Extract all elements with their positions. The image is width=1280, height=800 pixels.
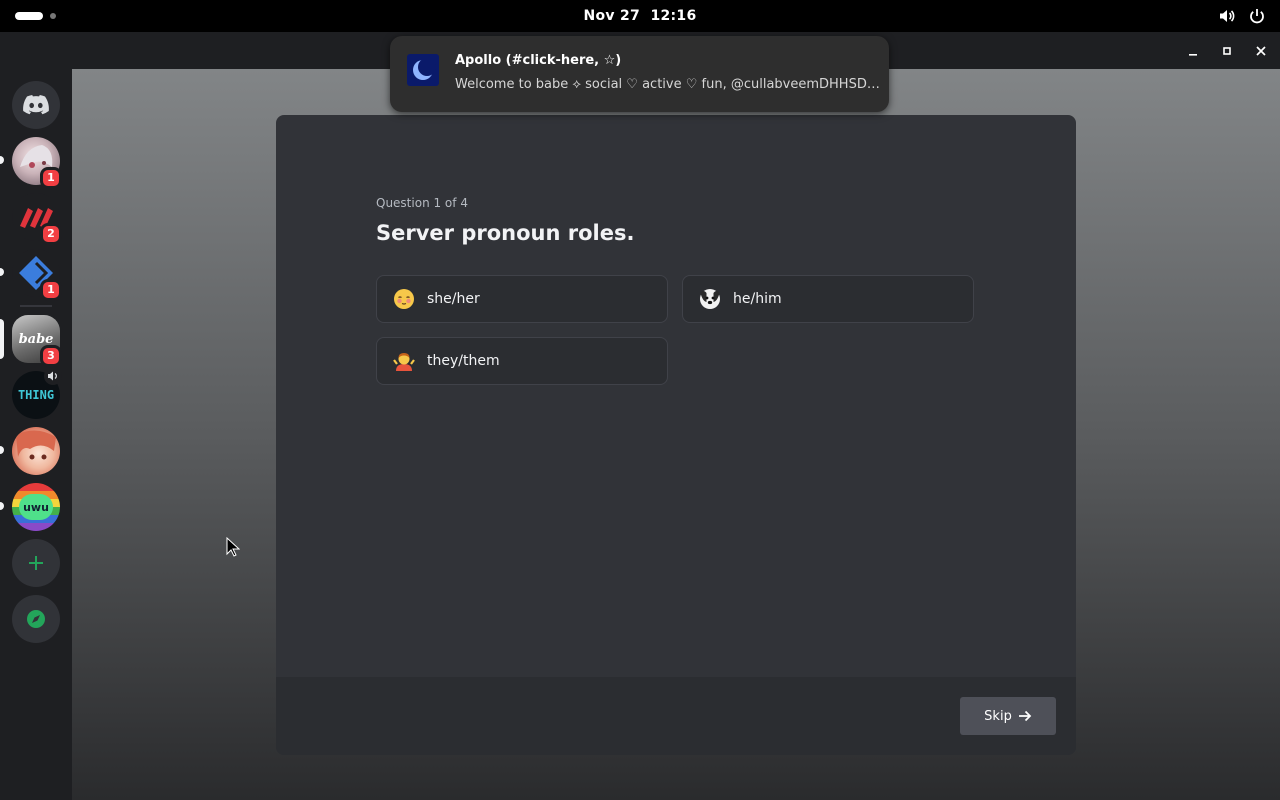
notification-banner[interactable]: Apollo (#click-here, ☆) Welcome to babe … <box>390 36 889 112</box>
dog-face-icon <box>699 288 721 310</box>
arrow-right-icon <box>1018 710 1032 722</box>
server-thing[interactable]: THING <box>12 367 62 419</box>
maximize-icon[interactable] <box>1220 44 1234 58</box>
option-they-them[interactable]: they/them <box>376 337 668 385</box>
onboarding-modal: Question 1 of 4 Server pronoun roles. sh… <box>276 115 1076 755</box>
notification-body: Welcome to babe ⟡ social ♡ active ♡ fun,… <box>455 77 880 92</box>
server-anime[interactable]: 1 <box>12 137 62 189</box>
server-sidebar: 1 2 1 babe 3 THING uwu <box>0 69 72 800</box>
moon-icon <box>407 54 439 86</box>
unread-indicator <box>0 268 4 276</box>
skip-button[interactable]: Skip <box>960 697 1056 735</box>
selected-indicator <box>0 319 4 359</box>
server-redhead[interactable] <box>12 427 60 475</box>
question-title: Server pronoun roles. <box>376 221 635 245</box>
discord-logo-icon <box>23 95 49 115</box>
volume-icon[interactable] <box>1218 7 1236 25</box>
option-she-her[interactable]: she/her <box>376 275 668 323</box>
close-icon[interactable] <box>1254 44 1268 58</box>
mention-badge: 3 <box>40 345 62 367</box>
server-blue-diamond[interactable]: 1 <box>12 249 62 301</box>
question-counter: Question 1 of 4 <box>376 196 468 210</box>
compass-icon <box>27 610 45 628</box>
unread-indicator <box>0 502 4 510</box>
power-icon[interactable] <box>1248 7 1266 25</box>
mention-badge: 1 <box>40 279 62 301</box>
mention-badge: 2 <box>40 223 62 245</box>
server-red-logo[interactable]: 2 <box>12 193 62 245</box>
system-tray[interactable] <box>1218 7 1266 25</box>
option-he-him[interactable]: he/him <box>682 275 974 323</box>
sidebar-separator <box>20 305 52 307</box>
system-top-bar: Nov 27 12:16 <box>0 0 1280 32</box>
voice-speaker-icon <box>44 367 62 385</box>
mention-badge: 1 <box>40 167 62 189</box>
home-button[interactable] <box>12 81 60 129</box>
notification-title: Apollo (#click-here, ☆) <box>455 53 622 68</box>
option-label: she/her <box>427 291 480 307</box>
unread-indicator <box>0 156 4 164</box>
server-logo-text: THING <box>17 388 55 402</box>
option-label: they/them <box>427 353 500 369</box>
date-label: Nov 27 <box>583 8 641 24</box>
server-rainbow-cat[interactable]: uwu <box>12 483 60 531</box>
shrugging-person-icon <box>393 350 415 372</box>
explore-servers-button[interactable] <box>12 595 60 643</box>
plus-icon <box>29 556 43 570</box>
modal-footer <box>276 677 1076 755</box>
server-babe[interactable]: babe 3 <box>12 315 62 367</box>
add-server-button[interactable] <box>12 539 60 587</box>
mouse-cursor-icon <box>226 536 241 561</box>
option-label: he/him <box>733 291 782 307</box>
skip-label: Skip <box>984 708 1012 724</box>
clock[interactable]: Nov 27 12:16 <box>0 0 1280 32</box>
minimize-icon[interactable] <box>1186 44 1200 58</box>
blushing-face-icon <box>393 288 415 310</box>
unread-indicator <box>0 446 4 454</box>
server-logo-text: uwu <box>23 500 49 514</box>
time-label: 12:16 <box>650 8 697 24</box>
